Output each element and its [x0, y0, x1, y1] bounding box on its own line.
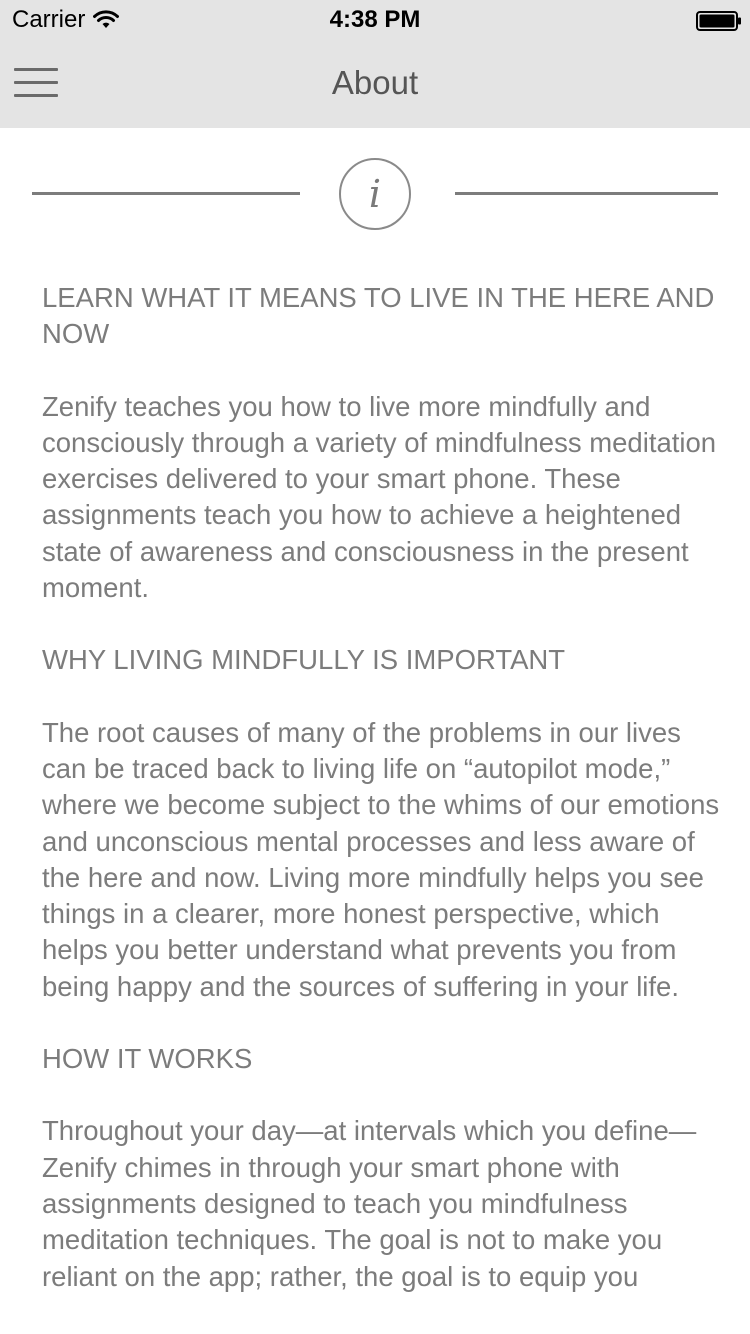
- divider-line-left: [32, 192, 300, 195]
- header-divider: i: [0, 158, 750, 230]
- navigation-bar: About: [0, 40, 750, 128]
- section-body: Throughout your day—at intervals which y…: [42, 1115, 697, 1292]
- section-heading: HOW IT WORKS: [42, 1043, 253, 1075]
- battery-icon: [696, 10, 741, 31]
- status-bar: Carrier 4:38 PM: [0, 0, 750, 40]
- page-title: About: [331, 64, 419, 101]
- about-content: LEARN WHAT IT MEANS TO LIVE IN THE HERE …: [42, 280, 722, 1331]
- status-time: 4:38 PM: [329, 6, 421, 33]
- section-body: The root causes of many of the problems …: [42, 716, 720, 1002]
- section-heading: WHY LIVING MINDFULLY IS IMPORTANT: [42, 644, 566, 676]
- divider-line-right: [455, 192, 718, 195]
- section-body: Zenify teaches you how to live more mind…: [42, 390, 717, 604]
- about-screen: Carrier 4:38 PM About i LEARN WHAT IT ME…: [0, 0, 750, 1334]
- info-icon: i: [339, 158, 411, 230]
- section-heading: LEARN WHAT IT MEANS TO LIVE IN THE HERE …: [42, 282, 715, 350]
- top-bar: Carrier 4:38 PM About: [0, 0, 750, 128]
